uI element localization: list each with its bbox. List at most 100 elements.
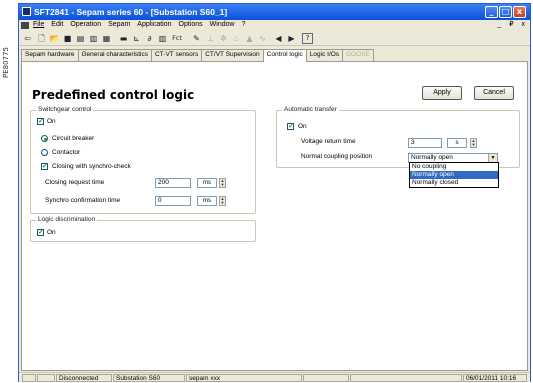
- send-icon[interactable]: ◀: [273, 33, 284, 44]
- switchgear-on-checkbox[interactable]: ✓: [37, 118, 44, 125]
- fct-icon[interactable]: Fct: [170, 33, 184, 44]
- mdi-controls[interactable]: _ ₽ x: [497, 20, 528, 28]
- datetime-status: 06/01/2011 10:16: [463, 374, 527, 382]
- menu-help[interactable]: ?: [242, 21, 246, 28]
- voltage-return-time-label: Voltage return time: [301, 138, 356, 145]
- tab-ct-vt-sensors[interactable]: CT-VT sensors: [150, 49, 203, 61]
- document-icon[interactable]: [21, 22, 29, 29]
- logic-discrimination-group: Logic discrimination ✓ On: [30, 216, 256, 242]
- switchgear-on-label: On: [47, 118, 56, 125]
- closing-request-time-label: Closing request time: [45, 179, 105, 186]
- tab-logic-ios[interactable]: Logic I/Os: [305, 49, 344, 61]
- menu-items: File Edit Operation Sepam Application Op…: [33, 21, 245, 28]
- maximize-button[interactable]: □: [499, 6, 512, 18]
- closing-request-time-unit[interactable]: ms: [197, 178, 217, 188]
- disabled-tool-3-icon: ♨: [232, 34, 241, 43]
- closing-request-time-input[interactable]: 200: [155, 178, 191, 188]
- synchro-confirmation-time-spinner[interactable]: ▲ ▼: [219, 196, 226, 206]
- disabled-tool-5-icon: ∿: [259, 34, 266, 43]
- tab-sepam-hardware[interactable]: Sepam hardware: [21, 49, 79, 61]
- menu-edit[interactable]: Edit: [51, 21, 63, 28]
- switchgear-control-group: Switchgear control ✓ On Circuit breaker …: [30, 106, 256, 214]
- spin-down-icon[interactable]: ▼: [471, 143, 476, 147]
- disabled-tool-1-icon: ⊥: [207, 34, 214, 43]
- switchgear-control-legend: Switchgear control: [36, 106, 94, 113]
- window-title: SFT2841 - Sepam series 60 - [Substation …: [34, 7, 228, 17]
- chevron-down-icon[interactable]: ▼: [488, 154, 497, 162]
- disabled-tool-4-icon: ▲: [246, 34, 253, 43]
- circuit-breaker-radio[interactable]: [41, 135, 48, 142]
- synchro-confirmation-time-label: Synchro confirmation time: [45, 197, 121, 204]
- tab-control-logic[interactable]: Control logic: [262, 49, 307, 62]
- voltage-return-time-input[interactable]: 3: [408, 138, 442, 148]
- cancel-button[interactable]: Cancel: [474, 86, 514, 100]
- spin-down-icon[interactable]: ▼: [220, 201, 225, 205]
- spin-down-icon[interactable]: ▼: [220, 183, 225, 187]
- print-icon[interactable]: ▤: [75, 33, 86, 44]
- app-icon: [22, 7, 31, 16]
- menu-file[interactable]: File: [33, 21, 44, 28]
- disabled-tool-2-icon: ✲: [220, 34, 227, 43]
- connection-status: Disconnected: [56, 374, 112, 382]
- logic-icon[interactable]: ∂: [144, 33, 155, 44]
- app-window: SFT2841 - Sepam series 60 - [Substation …: [18, 3, 531, 382]
- new-icon[interactable]: 🗋: [36, 33, 47, 44]
- grid-icon[interactable]: ▥: [157, 33, 168, 44]
- dropdown-option-normally-open[interactable]: Normally open: [410, 171, 498, 179]
- synchro-confirmation-time-unit[interactable]: ms: [197, 196, 217, 206]
- menu-operation[interactable]: Operation: [70, 21, 101, 28]
- page-title: Predefined control logic: [32, 88, 195, 102]
- voltage-return-time-spinner[interactable]: ▲ ▼: [470, 138, 477, 148]
- tab-general-characteristics[interactable]: General characteristics: [77, 49, 152, 61]
- automatic-transfer-group: Automatic transfer ✓ On Voltage return t…: [276, 106, 520, 168]
- voltage-return-time-unit[interactable]: s: [447, 138, 467, 148]
- logic-discrimination-on-checkbox[interactable]: ✓: [37, 229, 44, 236]
- dropdown-option-no-coupling[interactable]: No coupling: [410, 163, 498, 171]
- connect-icon[interactable]: ▬: [118, 33, 129, 44]
- title-bar[interactable]: SFT2841 - Sepam series 60 - [Substation …: [19, 4, 530, 20]
- print-preview-icon[interactable]: ▥: [88, 33, 99, 44]
- synchro-check-checkbox[interactable]: ✓: [41, 163, 48, 170]
- contactor-radio[interactable]: [41, 149, 48, 156]
- back-icon[interactable]: ⇦: [22, 33, 33, 44]
- open-icon[interactable]: 📂: [49, 33, 60, 44]
- apply-button[interactable]: Apply: [422, 86, 462, 100]
- sepam-status: sepam xxx: [186, 374, 302, 382]
- tab-strip: Sepam hardware General characteristics C…: [21, 49, 374, 62]
- contactor-label: Contactor: [52, 149, 81, 156]
- save-icon[interactable]: ■: [62, 33, 73, 44]
- menu-window[interactable]: Window: [210, 21, 235, 28]
- closing-request-time-spinner[interactable]: ▲ ▼: [219, 178, 226, 188]
- menu-application[interactable]: Application: [137, 21, 171, 28]
- control-logic-panel: Predefined control logic Apply Cancel Sw…: [21, 61, 528, 371]
- status-cell-2: [37, 374, 55, 382]
- receive-icon[interactable]: ▶: [286, 33, 297, 44]
- automatic-transfer-on-label: On: [298, 123, 307, 130]
- tab-ct-vt-supervision[interactable]: CT/VT Supervision: [201, 49, 264, 61]
- toolbar: ⇦ 🗋 📂 ■ ▤ ▥ ▦ ▬ ⊾ ∂ ▥ Fct ✎ ⊥ ✲ ♨ ▲ ∿ ◀ …: [19, 31, 530, 46]
- tools-icon[interactable]: ✎: [191, 33, 202, 44]
- print-setup-icon[interactable]: ▦: [101, 33, 112, 44]
- status-bar: Disconnected Substation S60 sepam xxx 06…: [19, 372, 530, 382]
- synchro-confirmation-time-input[interactable]: 0: [155, 196, 191, 206]
- coupling-dropdown-list: No coupling Normally open Normally close…: [409, 162, 499, 188]
- status-cell-6: [303, 374, 349, 382]
- logic-discrimination-on-label: On: [47, 229, 56, 236]
- circuit-breaker-label: Circuit breaker: [52, 135, 95, 142]
- help-icon[interactable]: ?: [302, 33, 313, 44]
- chart-icon[interactable]: ⊾: [131, 33, 142, 44]
- minimize-button[interactable]: _: [485, 6, 498, 18]
- menu-options[interactable]: Options: [179, 21, 203, 28]
- synchro-check-label: Closing with synchro-check: [52, 163, 131, 170]
- logic-discrimination-legend: Logic discrimination: [36, 216, 98, 223]
- normal-coupling-position-label: Normal coupling position: [301, 153, 373, 160]
- normal-coupling-position-value: Normally open: [411, 154, 453, 161]
- menu-bar: File Edit Operation Sepam Application Op…: [19, 20, 530, 31]
- automatic-transfer-legend: Automatic transfer: [282, 106, 339, 113]
- menu-sepam[interactable]: Sepam: [108, 21, 130, 28]
- close-button[interactable]: x: [513, 6, 526, 18]
- status-cell-1: [22, 374, 36, 382]
- dropdown-option-normally-closed[interactable]: Normally closed: [410, 179, 498, 187]
- side-figure-label: PE80775: [2, 47, 10, 78]
- automatic-transfer-on-checkbox[interactable]: ✓: [287, 123, 294, 130]
